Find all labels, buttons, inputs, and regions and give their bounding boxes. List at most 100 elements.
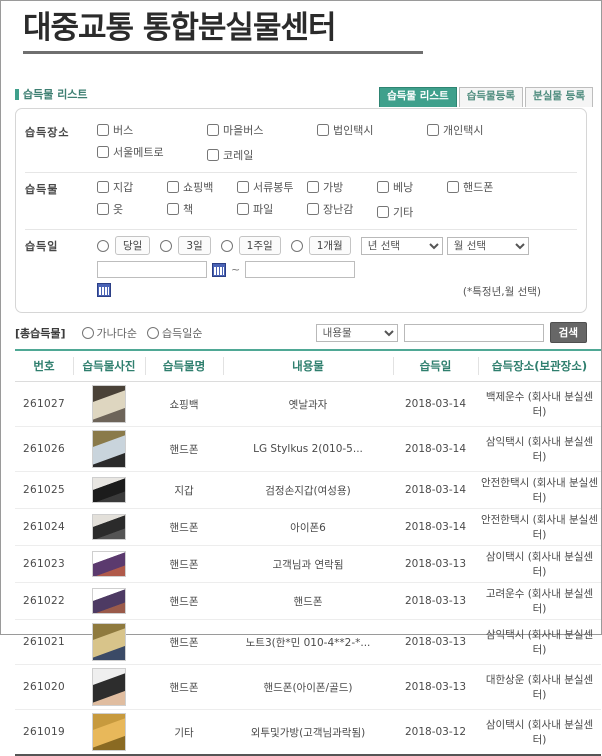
item-checkbox-file[interactable] (237, 203, 249, 216)
cell-photo[interactable] (73, 471, 145, 510)
date-to-input[interactable] (245, 261, 356, 279)
location-option-korail[interactable]: 코레일 (207, 144, 317, 166)
item-checkbox-book[interactable] (167, 203, 179, 216)
item-thumbnail[interactable] (92, 623, 126, 662)
location-checkbox-village-bus[interactable] (207, 124, 219, 137)
item-filter-row: 습득물 지갑 쇼핑백 서류봉투 가방 베낭 핸드폰 옷 책 파일 장난감 기타 (25, 173, 577, 231)
location-option-corporate-taxi[interactable]: 법인택시 (317, 122, 427, 138)
search-field-select[interactable]: 내용물 (315, 323, 398, 342)
item-thumbnail[interactable] (92, 668, 126, 707)
item-thumbnail[interactable] (92, 477, 126, 504)
location-checkbox-corporate-taxi[interactable] (317, 124, 329, 137)
item-thumbnail[interactable] (92, 588, 126, 615)
cell-photo[interactable] (73, 664, 145, 711)
item-thumbnail[interactable] (92, 430, 126, 469)
location-option-bus[interactable]: 버스 (97, 122, 207, 138)
item-option-shopping-bag[interactable]: 쇼핑백 (167, 179, 237, 195)
table-row[interactable]: 261024 핸드폰 아이폰6 2018-03-14 안전한택시 (회사내 분실센터) (15, 508, 601, 547)
location-checkbox-korail[interactable] (207, 149, 219, 162)
search-input[interactable] (403, 323, 544, 342)
tab-found-register[interactable]: 습득물등록 (458, 87, 524, 107)
cell-no: 261026 (15, 426, 73, 473)
date-pill-3days[interactable]: 3일 (178, 236, 211, 256)
date-radio-3days[interactable] (160, 239, 173, 252)
item-checkbox-etc[interactable] (377, 206, 389, 219)
item-option-bag[interactable]: 가방 (307, 179, 377, 195)
table-row[interactable]: 261019 기타 외투및가방(고객님과락됨) 2018-03-12 삼이택시 (회사내… (15, 709, 601, 756)
month-select[interactable]: 월 선택 (446, 236, 529, 255)
date-pill-1month[interactable]: 1개월 (308, 236, 351, 256)
item-option-toy[interactable]: 장난감 (307, 201, 377, 217)
cell-photo[interactable] (73, 381, 145, 428)
item-thumbnail[interactable] (92, 514, 126, 541)
item-thumbnail[interactable] (92, 551, 126, 578)
item-checkbox-toy[interactable] (307, 203, 319, 216)
sort-option-by-date[interactable]: 습득일순 (147, 325, 203, 341)
tab-found-list[interactable]: 습득물 리스트 (379, 87, 457, 107)
item-option-backpack[interactable]: 베낭 (377, 179, 447, 195)
table-row[interactable]: 261023 핸드폰 고객님과 연락됨 2018-03-13 삼이택시 (회사내 분실센… (15, 545, 601, 584)
table-row[interactable]: 261021 핸드폰 노트3(한*민 010-4**2-*... 2018-03-13… (15, 619, 601, 666)
table-row[interactable]: 261026 핸드폰 LG Stylkus 2(010-5... 2018-03-14… (15, 426, 601, 473)
item-thumbnail[interactable] (92, 385, 126, 424)
tab-lost-register[interactable]: 분실물 등록 (525, 87, 593, 107)
date-radio-1week[interactable] (220, 239, 233, 252)
item-checkbox-envelope[interactable] (237, 181, 249, 194)
sort-radio-by-date[interactable] (147, 326, 160, 339)
item-checkbox-cellphone[interactable] (447, 181, 459, 194)
item-option-wallet[interactable]: 지갑 (97, 179, 167, 195)
location-option-private-taxi[interactable]: 개인택시 (427, 122, 537, 138)
cell-photo[interactable] (73, 619, 145, 666)
date-pill-today[interactable]: 당일 (115, 236, 151, 256)
item-option-book[interactable]: 책 (167, 201, 237, 217)
item-label-book: 책 (183, 203, 194, 217)
item-checkbox-bag[interactable] (307, 181, 319, 194)
location-option-village-bus[interactable]: 마을버스 (207, 122, 317, 138)
item-checkbox-backpack[interactable] (377, 181, 389, 194)
item-checkbox-wallet[interactable] (97, 181, 109, 194)
cell-no: 261019 (15, 709, 73, 756)
calendar-icon-from[interactable] (212, 262, 226, 277)
table-row[interactable]: 261027 쇼핑백 옛날과자 2018-03-14 백제운수 (회사내 분실센터) (15, 381, 601, 428)
header-photo: 습득물사진 (73, 349, 145, 383)
location-checkbox-private-taxi[interactable] (427, 124, 439, 137)
date-radio-1month[interactable] (290, 239, 303, 252)
table-row[interactable]: 261025 지갑 검정손지갑(여성용) 2018-03-14 안전한택시 (회사내 분… (15, 471, 601, 510)
item-option-etc[interactable]: 기타 (377, 201, 447, 223)
date-radio-today[interactable] (97, 239, 109, 252)
location-option-seoul-metro[interactable]: 서울메트로 (97, 144, 207, 160)
search-button[interactable]: 검색 (549, 322, 587, 344)
table-row[interactable]: 261022 핸드폰 핸드폰 2018-03-13 고려운수 (회사내 분실센터) (15, 582, 601, 621)
cell-photo[interactable] (73, 545, 145, 584)
page-root: 대중교통 통합분실물센터 습득물 리스트 습득물등록 분실물 등록 습득물 리스… (1, 1, 601, 756)
header-date: 습득일 (393, 349, 478, 383)
item-thumbnail[interactable] (92, 713, 126, 752)
table-row[interactable]: 261020 핸드폰 핸드폰(아이폰/골드) 2018-03-13 대한상운 (회사내 … (15, 664, 601, 711)
item-checkbox-shopping-bag[interactable] (167, 181, 179, 194)
date-year-month-group: 년 선택 월 선택 (360, 236, 529, 255)
item-option-envelope[interactable]: 서류봉투 (237, 179, 307, 195)
cell-photo[interactable] (73, 582, 145, 621)
item-label-cellphone: 핸드폰 (463, 181, 494, 195)
date-label: 습득일 (25, 240, 59, 254)
header-content: 내용물 (223, 349, 393, 383)
page-title: 대중교통 통합분실물센터 (23, 10, 337, 46)
cell-photo[interactable] (73, 508, 145, 547)
item-option-cellphone[interactable]: 핸드폰 (447, 179, 517, 195)
item-label-file: 파일 (253, 203, 274, 217)
cell-photo[interactable] (73, 426, 145, 473)
year-select[interactable]: 년 선택 (360, 236, 443, 255)
cell-photo[interactable] (73, 709, 145, 756)
location-checkbox-bus[interactable] (97, 124, 109, 137)
item-option-file[interactable]: 파일 (237, 201, 307, 217)
sort-option-alphabetical[interactable]: 가나다순 (81, 325, 137, 341)
item-option-clothes[interactable]: 옷 (97, 201, 167, 217)
item-checkbox-clothes[interactable] (97, 203, 109, 216)
tab-bar: 습득물 리스트 습득물등록 분실물 등록 (379, 87, 593, 107)
date-pill-1week[interactable]: 1주일 (238, 236, 281, 256)
date-second-calendar-row: (*특정년,월 선택) (97, 281, 577, 299)
sort-radio-alphabetical[interactable] (81, 326, 94, 339)
calendar-icon-to[interactable] (97, 283, 111, 298)
location-checkbox-seoul-metro[interactable] (97, 146, 109, 159)
date-from-input[interactable] (97, 261, 207, 279)
